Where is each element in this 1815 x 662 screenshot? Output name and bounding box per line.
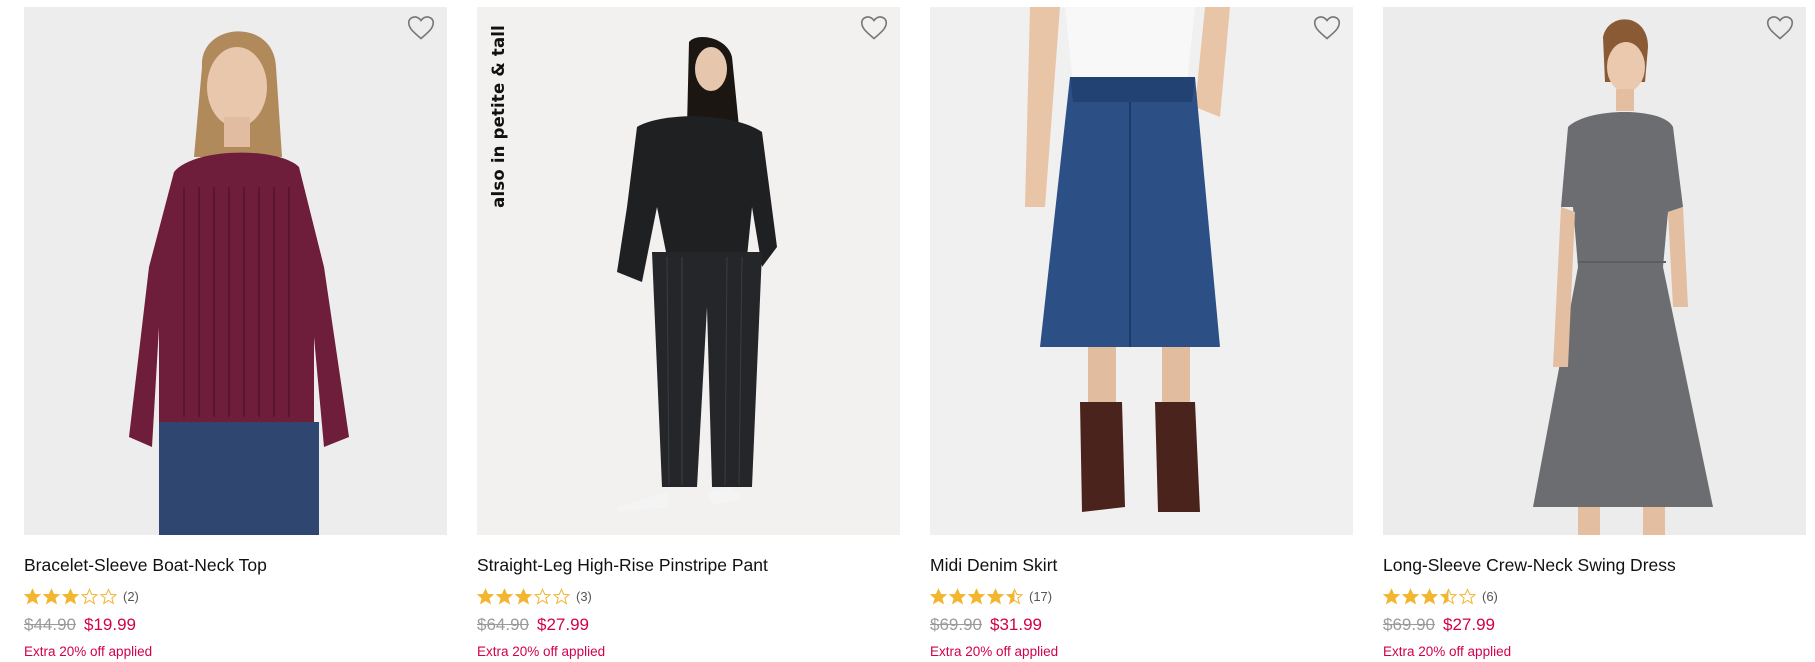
product-photo <box>477 7 900 535</box>
product-card[interactable]: Long-Sleeve Crew-Neck Swing Dress (6) $6… <box>1383 7 1806 659</box>
review-count: (6) <box>1482 588 1498 604</box>
star-icon <box>987 587 1004 604</box>
product-name[interactable]: Midi Denim Skirt <box>930 554 1353 576</box>
promo-text: Extra 20% off applied <box>477 644 606 659</box>
star-icon <box>100 587 117 604</box>
star-rating <box>24 587 117 605</box>
review-count: (17) <box>1029 588 1053 604</box>
star-icon <box>1421 587 1438 604</box>
product-name[interactable]: Bracelet-Sleeve Boat-Neck Top <box>24 554 447 576</box>
promo-text: Extra 20% off applied <box>1383 644 1512 659</box>
product-image[interactable] <box>24 7 447 535</box>
product-card[interactable]: Bracelet-Sleeve Boat-Neck Top (2) $44.90… <box>24 7 447 659</box>
favorite-heart-icon[interactable] <box>407 15 435 41</box>
price-block: $44.90 $19.99 <box>24 615 447 635</box>
favorite-heart-icon[interactable] <box>860 15 888 41</box>
product-photo <box>1383 7 1806 535</box>
sale-price: $19.99 <box>84 615 136 634</box>
product-image[interactable] <box>930 7 1353 535</box>
star-icon <box>949 587 966 604</box>
product-rating: (6) <box>1383 587 1806 605</box>
promo-text: Extra 20% off applied <box>930 644 1059 659</box>
product-name[interactable]: Straight-Leg High-Rise Pinstripe Pant <box>477 554 900 576</box>
star-icon <box>1383 587 1400 604</box>
star-icon <box>1402 587 1419 604</box>
star-icon <box>24 587 41 604</box>
star-icon <box>62 587 79 604</box>
star-icon <box>515 587 532 604</box>
product-name[interactable]: Long-Sleeve Crew-Neck Swing Dress <box>1383 554 1806 576</box>
favorite-heart-icon[interactable] <box>1766 15 1794 41</box>
star-rating <box>1383 587 1476 605</box>
star-rating <box>930 587 1023 605</box>
price-block: $69.90 $31.99 <box>930 615 1353 635</box>
star-icon <box>477 587 494 604</box>
product-rating: (17) <box>930 587 1353 605</box>
star-icon <box>1006 587 1023 604</box>
star-icon <box>1459 587 1476 604</box>
star-icon <box>553 587 570 604</box>
sale-price: $31.99 <box>990 615 1042 634</box>
product-rating: (2) <box>24 587 447 605</box>
star-icon <box>930 587 947 604</box>
product-rating: (3) <box>477 587 900 605</box>
original-price: $44.90 <box>24 615 76 634</box>
sale-price: $27.99 <box>537 615 589 634</box>
price-block: $64.90 $27.99 <box>477 615 900 635</box>
petite-tall-flag: also in petite & tall <box>489 25 508 208</box>
product-card[interactable]: also in petite & tall Straight-Leg High-… <box>477 7 900 659</box>
star-icon <box>534 587 551 604</box>
star-rating <box>477 587 570 605</box>
original-price: $69.90 <box>930 615 982 634</box>
favorite-heart-icon[interactable] <box>1313 15 1341 41</box>
product-image[interactable] <box>1383 7 1806 535</box>
star-icon <box>1440 587 1457 604</box>
original-price: $69.90 <box>1383 615 1435 634</box>
product-photo <box>930 7 1353 535</box>
original-price: $64.90 <box>477 615 529 634</box>
star-icon <box>81 587 98 604</box>
star-icon <box>496 587 513 604</box>
star-icon <box>43 587 60 604</box>
product-grid: Bracelet-Sleeve Boat-Neck Top (2) $44.90… <box>24 7 1806 659</box>
product-photo <box>24 7 447 535</box>
promo-text: Extra 20% off applied <box>24 644 153 659</box>
product-card[interactable]: Midi Denim Skirt (17) $69.90 $31.99 Extr… <box>930 7 1353 659</box>
review-count: (3) <box>576 588 592 604</box>
star-icon <box>968 587 985 604</box>
product-image[interactable]: also in petite & tall <box>477 7 900 535</box>
review-count: (2) <box>123 588 139 604</box>
price-block: $69.90 $27.99 <box>1383 615 1806 635</box>
sale-price: $27.99 <box>1443 615 1495 634</box>
